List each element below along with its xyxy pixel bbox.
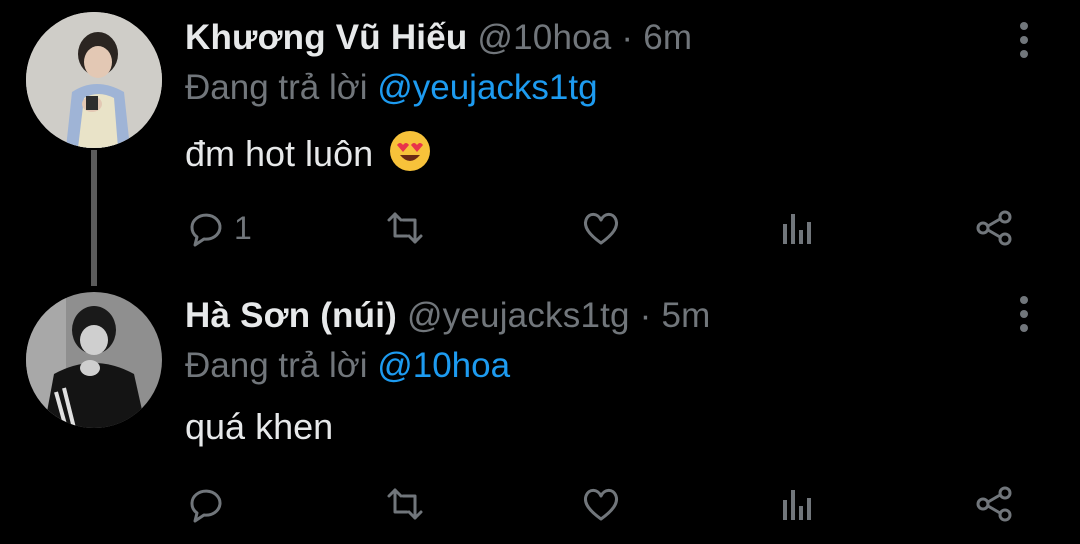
reply-button[interactable]: 1 <box>186 208 252 248</box>
separator: · <box>621 18 634 57</box>
analytics-button[interactable] <box>778 208 818 248</box>
mention-link[interactable]: @yeujacks1tg <box>377 68 597 107</box>
tweet-header: Khương Vũ Hiếu @10hoa · 6m <box>185 18 692 58</box>
display-name[interactable]: Hà Sơn (núi) <box>185 296 397 335</box>
heart-eyes-emoji <box>390 131 431 171</box>
more-vertical-icon[interactable] <box>1013 296 1035 332</box>
retweet-button[interactable] <box>385 208 425 248</box>
analytics-icon <box>783 490 811 520</box>
tweet[interactable]: Hà Sơn (núi) @yeujacks1tg · 5m Đang trả … <box>0 276 1080 544</box>
mention-link[interactable]: @10hoa <box>377 346 510 385</box>
tweet[interactable]: Khương Vũ Hiếu @10hoa · 6m Đang trả lời … <box>0 0 1080 286</box>
like-button[interactable] <box>581 484 621 524</box>
retweet-button[interactable] <box>385 484 425 524</box>
replying-to: Đang trả lời @10hoa <box>185 346 510 386</box>
display-name[interactable]: Khương Vũ Hiếu <box>185 18 467 57</box>
tweet-text: đm hot luôn <box>185 130 431 175</box>
heart-icon <box>583 212 619 245</box>
reply-icon <box>190 213 222 247</box>
timestamp[interactable]: 6m <box>643 18 692 57</box>
avatar[interactable] <box>26 12 162 148</box>
retweet-icon <box>387 488 423 520</box>
replying-label: Đang trả lời <box>185 346 368 385</box>
tweet-actions <box>0 484 1080 524</box>
separator: · <box>639 296 652 335</box>
reply-button[interactable] <box>186 484 234 524</box>
tweet-actions: 1 <box>0 208 1080 248</box>
replying-to: Đang trả lời @yeujacks1tg <box>185 68 598 108</box>
avatar[interactable] <box>26 292 162 428</box>
analytics-icon <box>783 214 811 244</box>
share-button[interactable] <box>974 484 1014 524</box>
username[interactable]: @10hoa <box>477 18 611 57</box>
share-icon <box>976 210 1012 246</box>
tweet-text-content: đm hot luôn <box>185 133 374 174</box>
username[interactable]: @yeujacks1tg <box>407 296 630 335</box>
timestamp[interactable]: 5m <box>661 296 710 335</box>
like-button[interactable] <box>581 208 621 248</box>
share-button[interactable] <box>974 208 1014 248</box>
analytics-button[interactable] <box>778 484 818 524</box>
share-icon <box>976 486 1012 522</box>
tweet-header: Hà Sơn (núi) @yeujacks1tg · 5m <box>185 296 710 336</box>
retweet-icon <box>387 212 423 244</box>
heart-icon <box>583 488 619 521</box>
replying-label: Đang trả lời <box>185 68 368 107</box>
tweet-text-content: quá khen <box>185 406 334 447</box>
reply-count: 1 <box>234 209 252 246</box>
reply-icon <box>190 489 222 523</box>
more-vertical-icon[interactable] <box>1013 22 1035 58</box>
tweet-text: quá khen <box>185 406 333 448</box>
